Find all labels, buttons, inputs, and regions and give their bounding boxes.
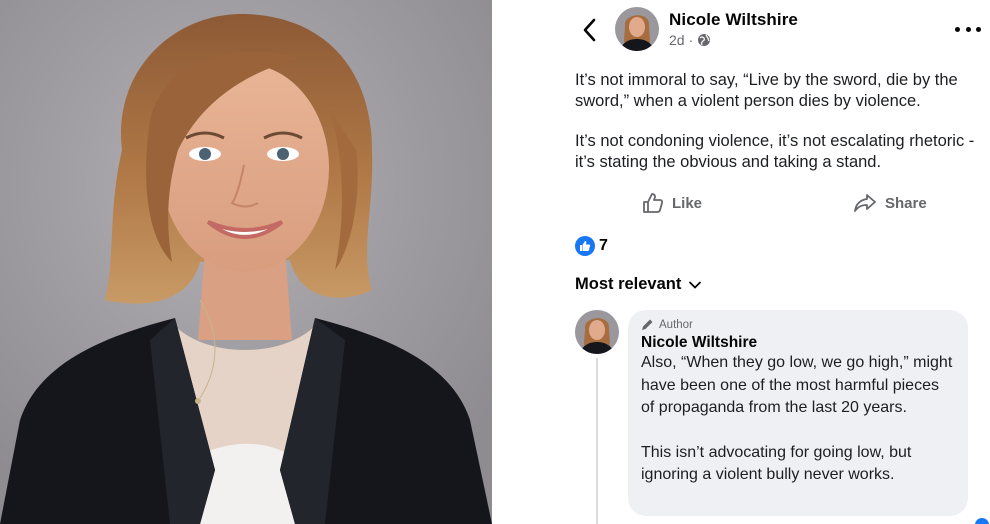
author-avatar[interactable] xyxy=(615,7,659,51)
more-options-button[interactable] xyxy=(955,20,981,38)
sort-label: Most relevant xyxy=(575,275,682,293)
more-dot-icon xyxy=(955,26,960,32)
facebook-post-panel: Nicole Wiltshire 2d · It’s not immoral t… xyxy=(492,0,990,524)
post-text: It’s not immoral to say, “Live by the sw… xyxy=(575,70,980,173)
share-label: Share xyxy=(885,194,927,212)
share-arrow-icon xyxy=(854,194,876,212)
thumbs-up-icon xyxy=(575,236,595,256)
pencil-icon xyxy=(642,319,653,330)
like-label: Like xyxy=(672,194,703,212)
portrait-illustration xyxy=(0,0,492,524)
back-button[interactable] xyxy=(578,16,600,44)
comment-author-name[interactable]: Nicole Wiltshire xyxy=(641,334,955,352)
chevron-left-icon xyxy=(583,18,596,42)
thumbs-up-outline-icon xyxy=(643,193,664,213)
comment-paragraph: Also, “When they go low, we go high,” mi… xyxy=(641,354,953,416)
reaction-count: 7 xyxy=(599,237,608,254)
comment-author-avatar[interactable] xyxy=(575,310,619,354)
post-paragraph: It’s not immoral to say, “Live by the sw… xyxy=(575,71,958,110)
comment-bubble: Author Nicole Wiltshire Also, “When they… xyxy=(628,310,968,516)
post-meta: 2d · xyxy=(669,32,711,48)
comment-thread-line xyxy=(596,358,598,524)
more-dot-icon xyxy=(965,26,971,32)
portrait-photo xyxy=(0,0,492,524)
like-button[interactable]: Like xyxy=(642,190,702,216)
author-badge-label: Author xyxy=(659,318,693,331)
more-dot-icon xyxy=(976,26,981,32)
author-badge: Author xyxy=(641,318,955,331)
avatar-image xyxy=(575,310,619,354)
reactions-summary[interactable]: 7 xyxy=(575,236,608,256)
scroll-indicator xyxy=(975,518,989,524)
comments-sort-dropdown[interactable]: Most relevant xyxy=(575,275,702,294)
share-button[interactable]: Share xyxy=(853,190,927,216)
meta-separator: · xyxy=(688,32,694,48)
comment-paragraph: This isn’t advocating for going low, but… xyxy=(641,443,912,484)
chevron-down-icon xyxy=(689,281,702,289)
comment-text: Also, “When they go low, we go high,” mi… xyxy=(641,352,955,487)
post-paragraph: It’s not condoning violence, it’s not es… xyxy=(575,132,975,171)
globe-icon[interactable] xyxy=(697,33,711,47)
post-time[interactable]: 2d xyxy=(669,32,685,48)
post-author-name[interactable]: Nicole Wiltshire xyxy=(669,10,798,30)
avatar-image xyxy=(615,7,659,51)
